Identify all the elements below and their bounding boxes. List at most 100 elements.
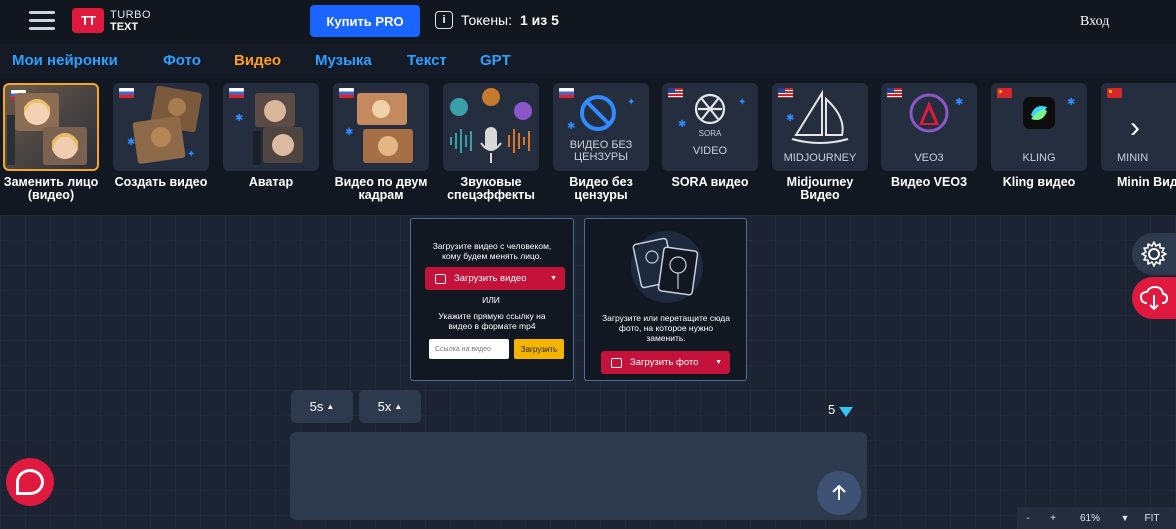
chevron-down-icon[interactable]: ▼ [715, 359, 722, 366]
caret-up-icon: ▲ [326, 402, 335, 411]
sparkle-icon: ✱ [235, 113, 244, 124]
sparkle-icon: ✦ [187, 149, 196, 160]
microphone-icon [450, 88, 532, 163]
tool-create-video[interactable]: ✱ ✦ Создать видео [113, 83, 209, 189]
send-button[interactable] [817, 471, 861, 515]
cost-value: 5 [828, 402, 836, 417]
tool-avatar[interactable]: ✱ Аватар [223, 83, 319, 189]
logo[interactable]: TT TURBO TEXT [72, 8, 151, 33]
sparkle-icon: ✦ [627, 97, 636, 108]
nav-gpt[interactable]: GPT [480, 52, 511, 69]
tool-two-frames[interactable]: ✱ Видео по двум кадрам [333, 83, 429, 202]
chevron-down-icon[interactable]: ▼ [1113, 507, 1137, 529]
cloud-download-icon [1139, 285, 1169, 311]
login-link[interactable]: Вход [1080, 14, 1109, 30]
tool-sora-video[interactable]: SORA VIDEO ✱ ✦ SORA видео [662, 83, 758, 189]
diamond-icon [839, 406, 854, 417]
tool-label: Звуковые спецэффекты [447, 175, 535, 202]
logo-line1: TURBO [110, 8, 151, 21]
veo3-thumb: VEO3 ✱ [881, 83, 977, 171]
zoom-in-button[interactable]: + [1039, 507, 1067, 529]
menu-icon[interactable] [29, 11, 55, 31]
upload-video-panel: Загрузите видео с человеком, кому будем … [410, 218, 574, 381]
sparkle-icon: ✱ [127, 137, 136, 148]
video-url-input[interactable] [429, 339, 509, 359]
zoom-out-button[interactable]: - [1017, 507, 1039, 529]
info-icon[interactable]: i [435, 11, 453, 29]
prompt-box [290, 432, 867, 520]
tokens-label: Токены: [461, 12, 512, 28]
upload-photo-hint: Загрузите или перетащите сюда фото, на к… [602, 313, 730, 343]
chat-bubble-icon [16, 469, 44, 495]
gear-icon [1141, 241, 1167, 267]
nav-text[interactable]: Текст [407, 52, 447, 69]
nav-my-networks[interactable]: Мои нейронки [12, 52, 118, 69]
no-censor-caption: ВИДЕО БЕЗ ЦЕНЗУРЫ [569, 139, 633, 163]
zoom-fit-button[interactable]: FIT [1137, 507, 1167, 529]
sparkle-icon: ✱ [786, 113, 795, 124]
load-url-button[interactable]: Загрузить [514, 339, 564, 359]
tokens-value: 1 из 5 [520, 12, 559, 28]
tool-midjourney-video[interactable]: MIDJOURNEY ✱ Midjourney Видео [772, 83, 868, 202]
caret-up-icon: ▲ [394, 402, 403, 411]
chat-button[interactable] [6, 458, 54, 506]
tool-label: Создать видео [114, 175, 208, 189]
download-button[interactable] [1132, 277, 1176, 319]
sparkle-icon: ✦ [738, 97, 747, 108]
tool-veo3-video[interactable]: VEO3 ✱ Видео VEO3 [881, 83, 977, 189]
upload-video-label: Загрузить видео [454, 273, 527, 284]
tool-label: SORA видео [671, 175, 749, 189]
zoom-level: 61% [1079, 512, 1100, 524]
nav-music[interactable]: Музыка [315, 52, 372, 69]
sound-effects-thumb [443, 83, 539, 171]
upload-video-hint: Загрузите видео с человеком, кому будем … [432, 241, 552, 261]
sparkle-icon: ✱ [1067, 97, 1076, 108]
photo-placeholder-icon [631, 231, 703, 303]
duration-select[interactable]: 5s ▲ [291, 390, 353, 423]
tool-sound-effects[interactable]: Звуковые спецэффекты [443, 83, 539, 202]
no-censor-thumb: ✱ ✦ ВИДЕО БЕЗ ЦЕНЗУРЫ [553, 83, 649, 171]
tool-kling-video[interactable]: KLING ✱ Kling видео [991, 83, 1087, 189]
minin-caption: MININ [1117, 152, 1149, 164]
or-text: ИЛИ [482, 295, 500, 305]
upload-photo-button[interactable]: Загрузить фото ▼ [601, 351, 730, 374]
scroll-right-arrow[interactable]: › [1130, 113, 1150, 143]
kling-caption: KLING [1022, 152, 1056, 164]
zoom-controls: - + 61% ▼ FIT [1017, 507, 1176, 529]
tool-no-censor-video[interactable]: ✱ ✦ ВИДЕО БЕЗ ЦЕНЗУРЫ Видео без цензуры [553, 83, 649, 202]
prompt-input[interactable] [290, 432, 867, 520]
settings-button[interactable] [1132, 233, 1176, 275]
sparkle-icon: ✱ [955, 97, 964, 108]
nav-video[interactable]: Видео [234, 52, 281, 69]
midjourney-caption: MIDJOURNEY [783, 152, 857, 164]
sparkle-icon: ✱ [678, 119, 687, 130]
tool-label: Заменить лицо (видео) [3, 175, 99, 202]
tool-label: Видео без цензуры [569, 175, 633, 202]
duration-value: 5s [309, 399, 324, 414]
logo-line2: TEXT [110, 20, 139, 33]
video-upload-icon [435, 273, 446, 284]
midjourney-thumb: MIDJOURNEY ✱ [772, 83, 868, 171]
tools-strip: Заменить лицо (видео) ✱ ✦ Создать видео [0, 78, 1176, 215]
arrow-up-icon [832, 484, 846, 500]
upload-video-button[interactable]: Загрузить видео ▼ [425, 267, 565, 290]
portrait-icon [253, 93, 303, 165]
tool-label: Kling видео [1002, 175, 1076, 189]
link-hint: Укажите прямую ссылку на видео в формате… [438, 311, 546, 331]
category-nav: Мои нейронки Фото Видео Музыка Текст GPT [0, 44, 1176, 78]
tool-label: Видео по двум кадрам [334, 175, 428, 202]
faces-icon [7, 93, 87, 165]
chevron-down-icon[interactable]: ▼ [550, 275, 557, 282]
sparkle-icon: ✱ [345, 127, 354, 138]
sparkle-icon: ✱ [567, 121, 576, 132]
top-header: TT TURBO TEXT Купить PRO i Токены: 1 из … [0, 0, 1176, 44]
tool-label: Minin Виде [1117, 175, 1176, 189]
upload-photo-panel[interactable]: Загрузите или перетащите сюда фото, на к… [584, 218, 747, 381]
multiplier-select[interactable]: 5x ▲ [359, 390, 421, 423]
nav-photo[interactable]: Фото [163, 52, 201, 69]
avatar-thumb: ✱ [223, 83, 319, 171]
upload-photo-label: Загрузить фото [630, 357, 699, 368]
tool-face-swap[interactable]: Заменить лицо (видео) [3, 83, 99, 202]
cost-indicator: 5 [828, 402, 854, 417]
buy-pro-button[interactable]: Купить PRO [310, 5, 420, 37]
